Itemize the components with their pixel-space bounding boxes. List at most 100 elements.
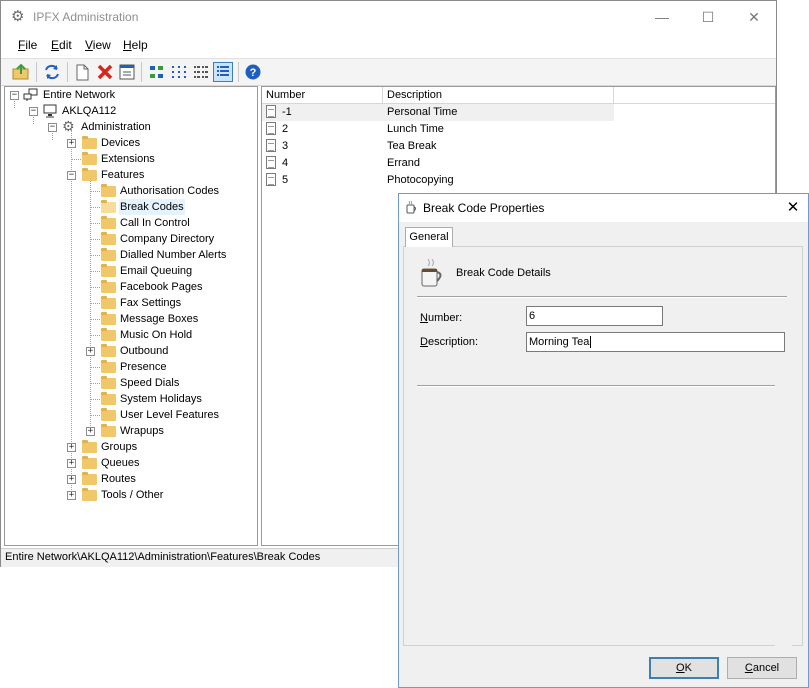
section-title: Break Code Details xyxy=(456,267,551,279)
tree-item-break-codes[interactable]: Break Codes xyxy=(5,199,255,215)
description-field[interactable]: Morning Tea xyxy=(526,332,785,352)
collapse-toggle[interactable]: − xyxy=(67,171,76,180)
tree-item-wrapups[interactable]: + Wrapups xyxy=(5,423,255,439)
tree-item-presence[interactable]: Presence xyxy=(5,359,255,375)
expand-toggle[interactable]: + xyxy=(86,347,95,356)
dialog-title-bar: Break Code Properties ✕ xyxy=(399,194,808,222)
expand-toggle[interactable]: + xyxy=(67,475,76,484)
folder-icon xyxy=(101,232,116,245)
folder-icon xyxy=(101,376,116,389)
tree-item-extensions[interactable]: Extensions xyxy=(5,151,255,167)
menu-help[interactable]: Help xyxy=(123,38,148,52)
tree-label: Features xyxy=(101,169,145,181)
list-row[interactable]: 3 Tea Break xyxy=(262,138,614,155)
dialog-close-button[interactable]: ✕ xyxy=(778,194,808,222)
small-icons-icon[interactable] xyxy=(169,62,189,82)
tree-item-company-directory[interactable]: Company Directory xyxy=(5,231,255,247)
folder-icon xyxy=(101,216,116,229)
help-icon[interactable]: ? xyxy=(243,62,263,82)
break-code-properties-dialog: Break Code Properties ✕ General Break Co… xyxy=(398,193,809,688)
delete-icon[interactable] xyxy=(95,62,115,82)
tree-guide xyxy=(91,223,100,224)
tree-item-groups[interactable]: + Groups xyxy=(5,439,255,455)
list-row[interactable]: -1 Personal Time xyxy=(262,104,614,121)
window-title: IPFX Administration xyxy=(33,10,139,24)
svg-text:?: ? xyxy=(250,67,257,79)
tree-item-authorisation-codes[interactable]: Authorisation Codes xyxy=(5,183,255,199)
tree-item-fax-settings[interactable]: Fax Settings xyxy=(5,295,255,311)
folder-open-icon xyxy=(101,200,116,213)
tree-item-speed-dials[interactable]: Speed Dials xyxy=(5,375,255,391)
column-header-number[interactable]: Number xyxy=(262,87,383,103)
tree-label: Dialled Number Alerts xyxy=(120,249,227,261)
expand-toggle[interactable]: + xyxy=(67,443,76,452)
tree-item-facebook-pages[interactable]: Facebook Pages xyxy=(5,279,255,295)
description-label: Description: xyxy=(420,336,479,348)
tree-guide xyxy=(91,255,100,256)
tree-label: Devices xyxy=(101,137,141,149)
tree-item-routes[interactable]: + Routes xyxy=(5,471,255,487)
list-header: Number Description xyxy=(262,87,775,104)
menu-edit[interactable]: Edit xyxy=(51,38,72,52)
new-icon[interactable] xyxy=(72,62,92,82)
close-button[interactable]: ✕ xyxy=(731,5,777,29)
maximize-button[interactable]: ☐ xyxy=(685,5,731,29)
tree-item-outbound[interactable]: + Outbound xyxy=(5,343,255,359)
tree-pane[interactable]: − Entire Network − AKLQA112 − ⚙ Administ… xyxy=(4,86,258,546)
tree-label: Fax Settings xyxy=(120,297,182,309)
tree-item-system-holidays[interactable]: System Holidays xyxy=(5,391,255,407)
tree-guide xyxy=(91,383,100,384)
tree-item-server[interactable]: − AKLQA112 xyxy=(5,103,255,119)
tree-item-tools-other[interactable]: + Tools / Other xyxy=(5,487,255,503)
list-row[interactable]: 2 Lunch Time xyxy=(262,121,614,138)
menu-view[interactable]: View xyxy=(85,38,111,52)
details-icon[interactable] xyxy=(213,62,233,82)
folder-icon xyxy=(101,328,116,341)
tree-item-dialled-number-alerts[interactable]: Dialled Number Alerts xyxy=(5,247,255,263)
tree-item-music-on-hold[interactable]: Music On Hold xyxy=(5,327,255,343)
expand-toggle[interactable]: + xyxy=(67,139,76,148)
gear-icon: ⚙ xyxy=(11,8,25,25)
document-icon xyxy=(266,122,276,135)
tree-label: Entire Network xyxy=(43,89,116,101)
menu-file[interactable]: File xyxy=(18,38,37,52)
refresh-icon[interactable] xyxy=(42,62,62,82)
expand-toggle[interactable]: + xyxy=(67,459,76,468)
tree-item-queues[interactable]: + Queues xyxy=(5,455,255,471)
list-row[interactable]: 4 Errand xyxy=(262,155,614,172)
number-field[interactable]: 6 xyxy=(526,306,663,326)
tab-general[interactable]: General xyxy=(405,227,453,247)
tree-item-user-level-features[interactable]: User Level Features xyxy=(5,407,255,423)
large-icons-icon[interactable] xyxy=(147,62,167,82)
expand-toggle[interactable]: + xyxy=(67,491,76,500)
number-label: Number: xyxy=(420,312,463,324)
cell-description: Tea Break xyxy=(387,140,437,152)
tree-item-message-boxes[interactable]: Message Boxes xyxy=(5,311,255,327)
tree-item-entire-network[interactable]: − Entire Network xyxy=(5,87,255,103)
tree-item-devices[interactable]: + Devices xyxy=(5,135,255,151)
tree-label: Music On Hold xyxy=(120,329,193,341)
cancel-button[interactable]: Cancel xyxy=(727,657,797,679)
tree-item-administration[interactable]: − ⚙ Administration xyxy=(5,118,255,135)
list-row[interactable]: 5 Photocopying xyxy=(262,172,614,189)
expand-toggle[interactable]: + xyxy=(86,427,95,436)
document-icon xyxy=(266,173,276,186)
ok-button[interactable]: OK xyxy=(649,657,719,679)
tree-item-features[interactable]: − Features xyxy=(5,167,255,183)
up-folder-icon[interactable] xyxy=(11,62,31,82)
gear-icon: ⚙ xyxy=(62,118,75,134)
list-icon[interactable] xyxy=(191,62,211,82)
document-icon xyxy=(266,139,276,152)
minimize-button[interactable]: — xyxy=(639,5,685,29)
tree-label: Message Boxes xyxy=(120,313,199,325)
column-header-description[interactable]: Description xyxy=(383,87,614,103)
tree-item-email-queuing[interactable]: Email Queuing xyxy=(5,263,255,279)
tree-item-call-in-control[interactable]: Call In Control xyxy=(5,215,255,231)
properties-icon[interactable] xyxy=(117,62,137,82)
collapse-toggle[interactable]: − xyxy=(10,91,19,100)
cell-number: -1 xyxy=(282,106,292,118)
vertical-scrollbar[interactable] xyxy=(775,384,792,646)
collapse-toggle[interactable]: − xyxy=(48,123,57,132)
tree-label: Speed Dials xyxy=(120,377,180,389)
collapse-toggle[interactable]: − xyxy=(29,107,38,116)
